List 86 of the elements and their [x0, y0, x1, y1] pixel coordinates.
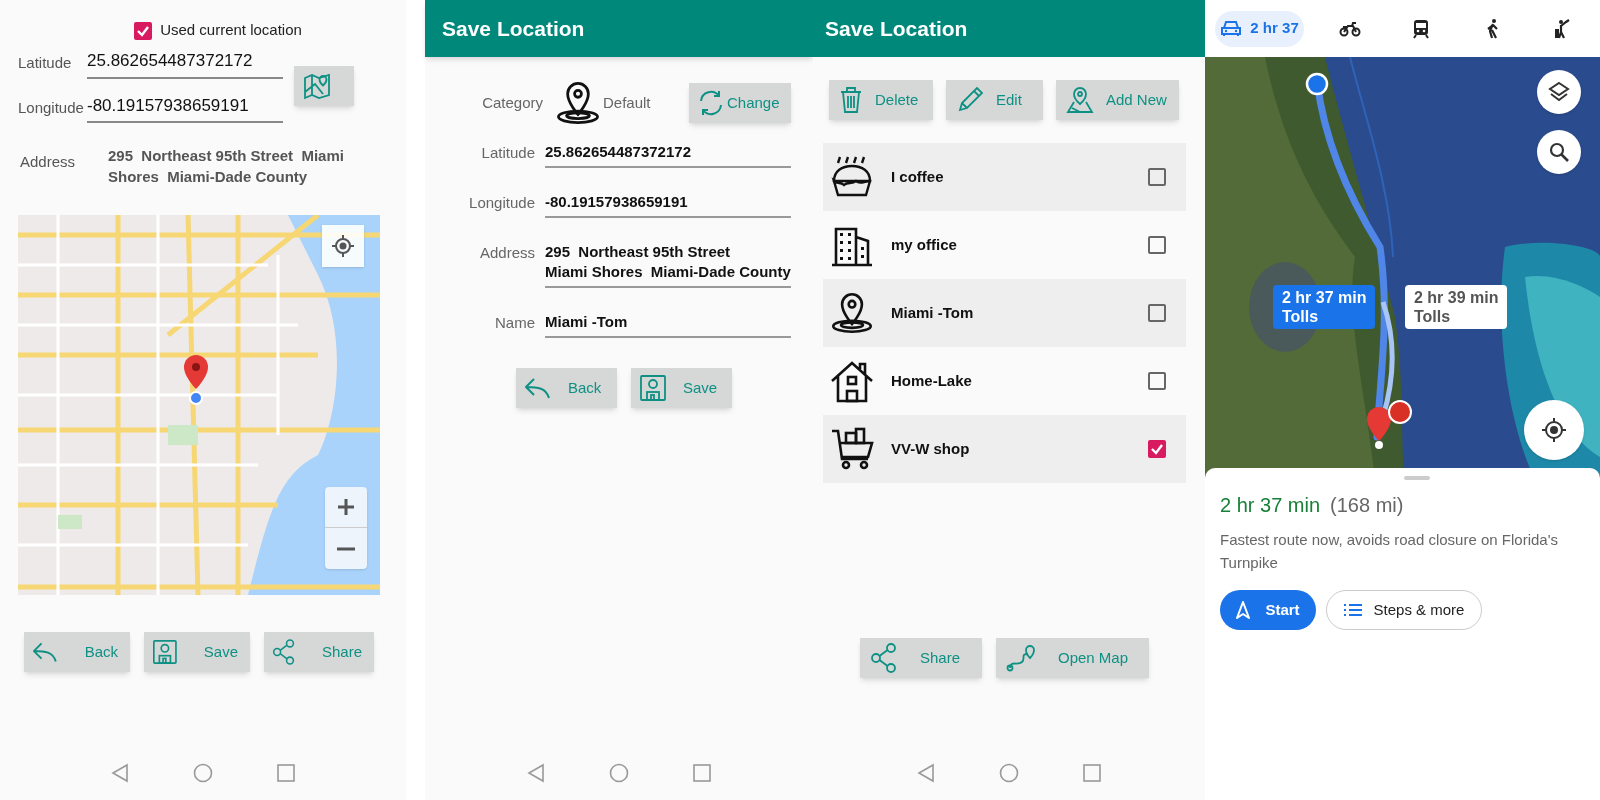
change-button[interactable]: Change	[689, 83, 791, 123]
route-icon	[1006, 644, 1036, 672]
location-pin-icon	[830, 291, 874, 335]
list-icon	[1343, 603, 1362, 617]
checkbox[interactable]	[1148, 440, 1166, 458]
crosshair-icon	[1541, 417, 1567, 443]
back-nav-icon	[527, 762, 545, 783]
reply-arrow-icon	[32, 640, 59, 664]
field-label: Address	[478, 243, 536, 263]
drag-handle[interactable]	[1404, 476, 1430, 480]
refresh-icon	[697, 89, 725, 117]
text-field[interactable]: 295 Northeast 95th Street Miami Shores Miami-Dade County	[545, 240, 791, 288]
pie-icon	[830, 155, 874, 199]
text-field[interactable]: -80.19157938659191	[87, 92, 283, 123]
checkbox[interactable]	[1148, 372, 1166, 390]
share-button[interactable]: Share	[264, 632, 374, 672]
text-field[interactable]: 25.862654487372172	[545, 140, 791, 168]
text-field[interactable]: 25.862654487372172	[87, 48, 283, 79]
list-item[interactable]: I coffee	[823, 143, 1186, 211]
route-callout[interactable]: 2 hr 37 min Tolls	[1273, 285, 1376, 329]
share-icon	[272, 637, 296, 667]
plus-icon	[337, 498, 355, 516]
shopping-cart-icon	[830, 427, 874, 471]
item-name: my office	[891, 234, 958, 255]
recents-nav-icon	[277, 763, 295, 782]
back-nav-icon	[111, 762, 129, 783]
field-label: Address	[19, 152, 77, 172]
share-button[interactable]: Share	[860, 638, 982, 678]
reply-arrow-icon	[524, 376, 552, 400]
edit-button[interactable]: Edit	[946, 80, 1043, 120]
list-item[interactable]: Miami -Tom	[823, 279, 1186, 347]
field-label: Longitude	[468, 193, 536, 213]
checkbox-label: Used current location	[160, 20, 302, 41]
trash-can-icon	[839, 86, 863, 114]
travel-mode-tab[interactable]: 2 hr 37	[1215, 10, 1305, 47]
checkbox[interactable]	[134, 21, 153, 40]
map-button[interactable]	[294, 65, 354, 106]
app-bar-title: Save Location	[425, 0, 813, 57]
house-icon	[830, 359, 874, 403]
route-button[interactable]: Open Map	[996, 638, 1149, 678]
minus-icon	[337, 546, 355, 551]
start-button[interactable]: Start	[1220, 590, 1316, 630]
recents-nav-icon	[693, 763, 711, 782]
share-icon	[870, 643, 898, 673]
my-location-button[interactable]	[322, 225, 364, 267]
home-nav-icon	[193, 762, 213, 783]
app-bar-title: Save Location	[813, 0, 1205, 57]
item-name: Miami -Tom	[891, 302, 975, 323]
search-icon	[1548, 141, 1570, 163]
checkbox[interactable]	[1148, 304, 1166, 322]
recents-nav-icon	[1083, 763, 1101, 782]
field-label: Name	[494, 313, 536, 333]
item-name: Home-Lake	[891, 370, 973, 391]
folded-map-icon	[303, 71, 331, 100]
save-button[interactable]: Save	[631, 368, 732, 408]
crosshair-icon	[331, 234, 355, 258]
back-nav-icon	[917, 762, 935, 783]
route-distance: (168 mi)	[1330, 493, 1404, 518]
location-pin-icon	[555, 80, 601, 126]
checkbox[interactable]	[1148, 236, 1166, 254]
route-description: Fastest route now, avoids road closure on Florida's Turnpike	[1220, 530, 1560, 573]
home-nav-icon	[609, 762, 629, 783]
back-button[interactable]: Back	[516, 368, 617, 408]
field-label: Category	[481, 92, 543, 113]
checkbox[interactable]	[1148, 168, 1166, 186]
field-label: Latitude	[17, 53, 73, 73]
back-button[interactable]: Back	[24, 632, 130, 672]
save-button[interactable]: Save	[144, 632, 250, 672]
route-callout[interactable]: 2 hr 39 min Tolls	[1405, 285, 1508, 329]
item-name: VV-W shop	[891, 438, 971, 459]
text-field[interactable]: -80.19157938659191	[545, 190, 791, 218]
field-label: Longitude	[17, 97, 85, 118]
text-field[interactable]: Miami -Tom	[545, 310, 791, 338]
layers-icon	[1548, 81, 1570, 103]
list-item[interactable]: VV-W shop	[823, 415, 1186, 483]
map-pin-icon	[1066, 86, 1094, 114]
delete-button[interactable]: Delete	[829, 80, 933, 120]
add-button[interactable]: Add New	[1056, 80, 1179, 120]
item-name: I coffee	[891, 166, 945, 187]
route-duration: 2 hr 37 min	[1220, 493, 1321, 518]
address-text: 295 Northeast 95th Street Miami Shores Miami-Dade County	[108, 146, 345, 187]
pencil-icon	[956, 86, 984, 114]
home-nav-icon	[999, 762, 1019, 783]
navigation-arrow-icon	[1236, 601, 1251, 619]
category-value: Default	[603, 92, 652, 113]
field-label: Latitude	[480, 143, 536, 163]
